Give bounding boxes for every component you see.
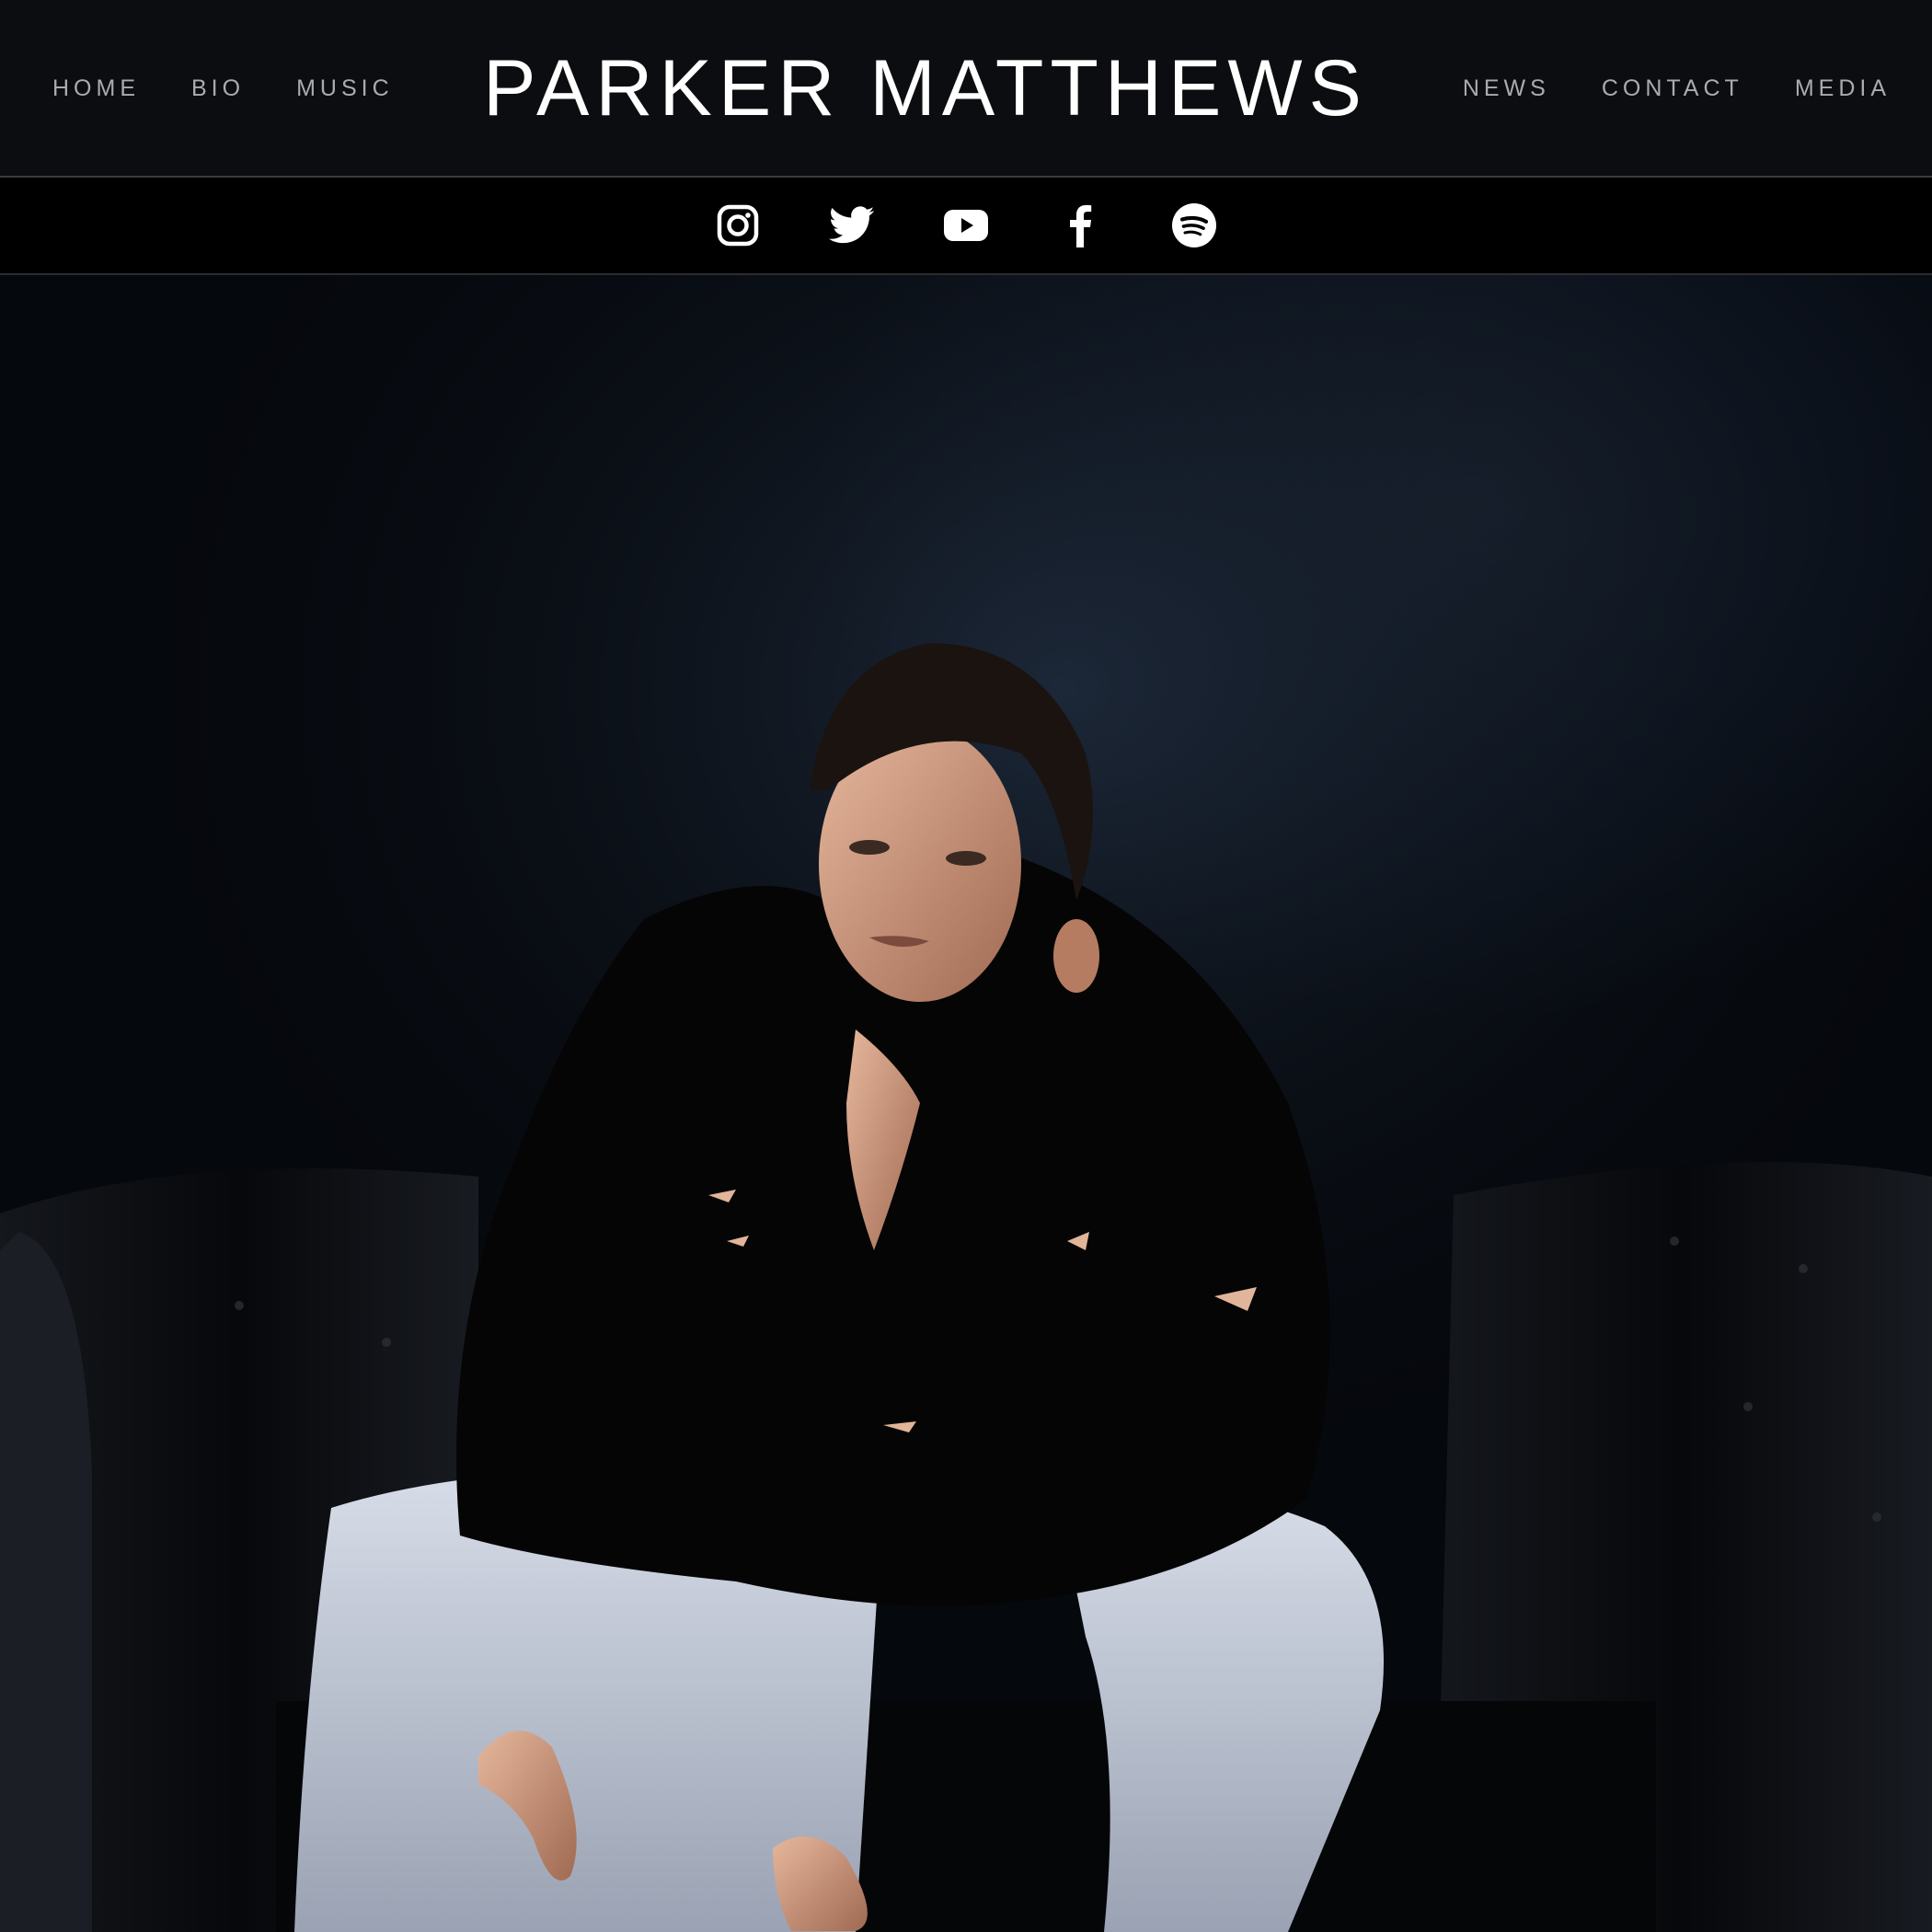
site-title[interactable]: PARKER MATTHEWS (475, 0, 1376, 178)
spotify-link[interactable] (1170, 201, 1218, 249)
hero-illustration (0, 275, 1932, 1932)
youtube-icon (944, 210, 988, 241)
twitter-link[interactable] (828, 201, 876, 249)
spotify-icon (1172, 203, 1216, 247)
nav-bio[interactable]: BIO (191, 75, 245, 102)
site-header: HOME BIO MUSIC PARKER MATTHEWS NEWS CONT… (0, 0, 1932, 178)
hero-photo (0, 275, 1932, 1932)
nav-right: NEWS CONTACT MEDIA (1463, 0, 1891, 178)
nav-contact[interactable]: CONTACT (1602, 75, 1743, 102)
nav-left: HOME BIO MUSIC (52, 0, 394, 178)
youtube-link[interactable] (942, 201, 990, 249)
instagram-icon (717, 204, 759, 247)
social-bar (0, 178, 1932, 275)
facebook-link[interactable] (1056, 201, 1104, 249)
instagram-link[interactable] (714, 201, 762, 249)
facebook-icon (1070, 205, 1092, 247)
nav-media[interactable]: MEDIA (1795, 75, 1891, 102)
nav-news[interactable]: NEWS (1463, 75, 1550, 102)
twitter-icon (829, 206, 875, 244)
nav-home[interactable]: HOME (52, 75, 140, 102)
nav-music[interactable]: MUSIC (296, 75, 394, 102)
